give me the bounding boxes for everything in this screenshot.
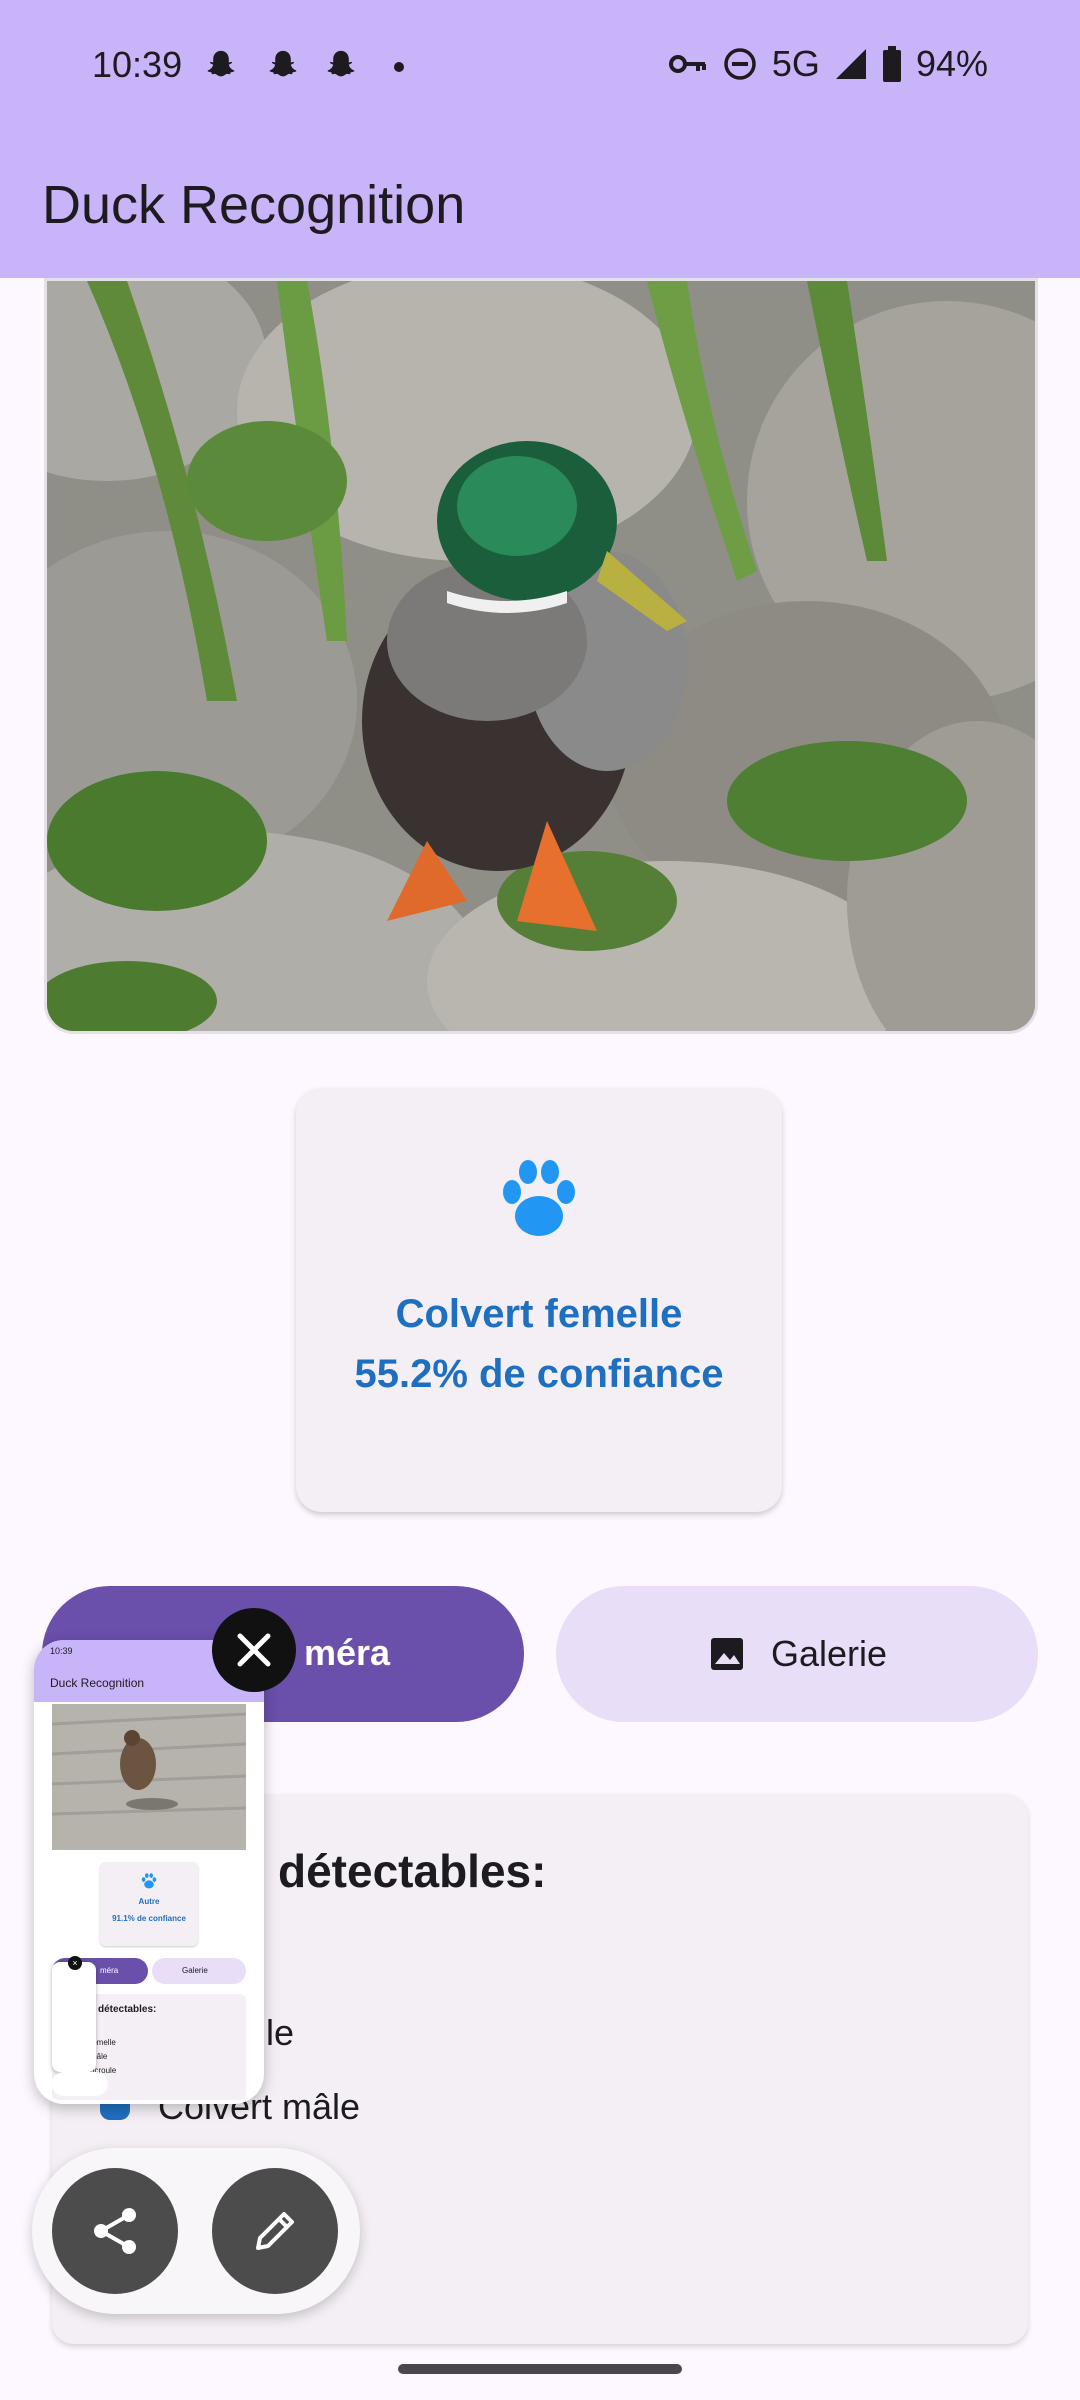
preview-result-card: Autre 91.1% de confiance xyxy=(100,1862,198,1946)
result-card: Colvert femelle 55.2% de confiance xyxy=(296,1088,782,1512)
battery-percentage: 94% xyxy=(915,43,988,84)
screenshot-actions xyxy=(32,2148,360,2314)
photo-library-icon xyxy=(710,1638,743,1670)
paw-icon xyxy=(503,1160,575,1236)
screenshot-preview[interactable]: 10:39 Duck Recognition Autre 91.1% de co… xyxy=(34,1640,264,2104)
camera-button-label: méra xyxy=(304,1632,391,1673)
preview-gallery-button: Galerie xyxy=(152,1958,246,1984)
snapchat-icon xyxy=(207,50,235,77)
preview-paw-icon xyxy=(141,1873,157,1889)
result-text: Colvert femelle 55.2% de confiance xyxy=(296,1284,782,1404)
status-indicators: 5G 94% xyxy=(668,43,988,84)
preview-nested-close-icon: × xyxy=(68,1956,82,1970)
signal-icon xyxy=(835,49,866,79)
species-list-title: détectables: xyxy=(278,1845,547,1897)
do-not-disturb-icon xyxy=(724,48,756,80)
snapchat-icon xyxy=(269,50,297,77)
preview-duck-image xyxy=(52,1704,246,1850)
preview-result-confidence: 91.1% de confiance xyxy=(112,1914,186,1923)
home-indicator[interactable] xyxy=(398,2364,682,2374)
preview-nested-actions xyxy=(52,2072,108,2096)
more-notifications-dot xyxy=(394,62,404,72)
status-time: 10:39 xyxy=(92,44,183,85)
network-type: 5G xyxy=(771,43,820,84)
gallery-button-label: Galerie xyxy=(770,1633,888,1674)
share-icon xyxy=(94,2208,136,2254)
edit-pencil-icon xyxy=(256,2212,294,2250)
duck-image xyxy=(47,281,1035,1031)
preview-app-title: Duck Recognition xyxy=(50,1676,145,1690)
result-label: Colvert femelle xyxy=(395,1292,683,1336)
dismiss-screenshot-button[interactable] xyxy=(212,1608,296,1692)
result-confidence: 55.2% de confiance xyxy=(354,1352,724,1396)
gallery-button[interactable]: Galerie xyxy=(556,1586,1038,1722)
battery-icon xyxy=(882,46,901,82)
app-bar: Duck Recognition xyxy=(0,134,1080,278)
status-bar: 10:39 5G 94% xyxy=(0,0,1080,134)
duck-photo xyxy=(44,278,1038,1034)
share-button[interactable] xyxy=(52,2168,178,2294)
preview-result-label: Autre xyxy=(138,1897,160,1906)
preview-nested-thumbnail xyxy=(52,1962,96,2072)
preview-species-title: détectables: xyxy=(98,2004,157,2015)
snapchat-icon xyxy=(327,50,355,77)
preview-duck-photo xyxy=(52,1704,246,1850)
close-icon xyxy=(237,1633,271,1667)
vpn-key-icon xyxy=(668,55,706,73)
app-title: Duck Recognition xyxy=(42,175,466,235)
edit-button[interactable] xyxy=(212,2168,338,2294)
